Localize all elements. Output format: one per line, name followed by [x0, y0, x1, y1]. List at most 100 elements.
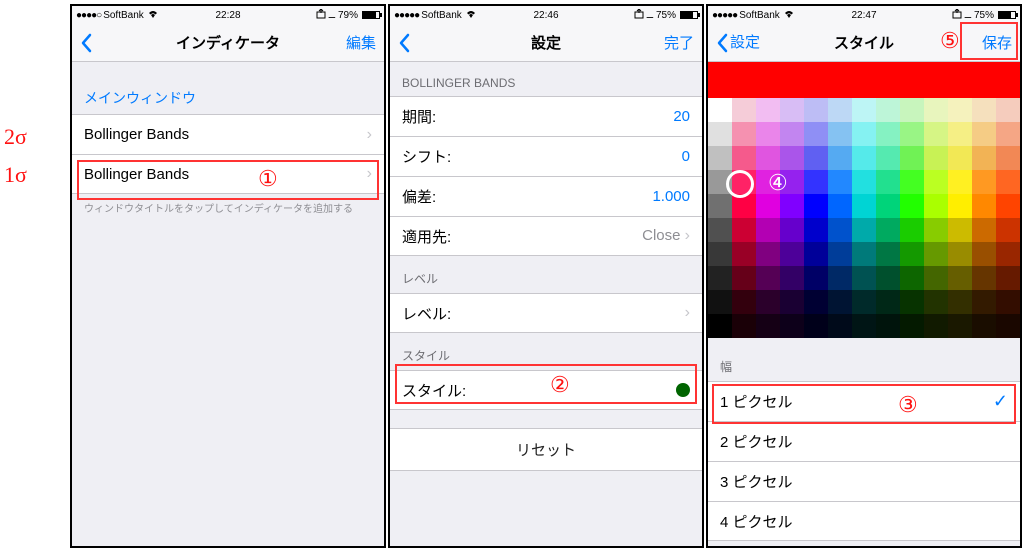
color-swatch[interactable] — [756, 290, 780, 314]
color-swatch[interactable] — [876, 290, 900, 314]
color-swatch[interactable] — [852, 242, 876, 266]
color-swatch[interactable] — [900, 242, 924, 266]
color-swatch[interactable] — [708, 122, 732, 146]
color-swatch[interactable] — [804, 218, 828, 242]
width-row-1[interactable]: 1 ピクセル ✓ — [708, 381, 1020, 421]
color-swatch[interactable] — [948, 170, 972, 194]
level-row[interactable]: レベル: › — [390, 293, 702, 333]
back-button[interactable]: 設定 — [716, 33, 760, 53]
color-swatch[interactable] — [780, 122, 804, 146]
color-swatch[interactable] — [756, 146, 780, 170]
color-swatch[interactable] — [852, 218, 876, 242]
color-swatch[interactable] — [732, 146, 756, 170]
width-row-3[interactable]: 3 ピクセル — [708, 461, 1020, 501]
color-swatch[interactable] — [732, 122, 756, 146]
color-swatch[interactable] — [708, 98, 732, 122]
color-swatch[interactable] — [780, 314, 804, 338]
color-swatch[interactable] — [756, 242, 780, 266]
color-swatch[interactable] — [852, 146, 876, 170]
color-palette[interactable] — [708, 98, 1020, 338]
color-swatch[interactable] — [972, 122, 996, 146]
color-swatch[interactable] — [732, 290, 756, 314]
color-swatch[interactable] — [708, 242, 732, 266]
color-swatch[interactable] — [996, 266, 1020, 290]
back-button[interactable] — [80, 33, 92, 53]
color-swatch[interactable] — [804, 194, 828, 218]
color-swatch[interactable] — [732, 194, 756, 218]
color-swatch[interactable] — [828, 290, 852, 314]
color-swatch[interactable] — [780, 98, 804, 122]
color-swatch[interactable] — [780, 218, 804, 242]
color-swatch[interactable] — [948, 218, 972, 242]
color-swatch[interactable] — [756, 266, 780, 290]
color-swatch[interactable] — [924, 170, 948, 194]
color-swatch[interactable] — [996, 170, 1020, 194]
color-swatch[interactable] — [828, 170, 852, 194]
color-swatch[interactable] — [996, 242, 1020, 266]
apply-to-row[interactable]: 適用先: Close › — [390, 216, 702, 256]
color-swatch[interactable] — [804, 122, 828, 146]
color-swatch[interactable] — [900, 146, 924, 170]
color-swatch[interactable] — [804, 266, 828, 290]
color-swatch[interactable] — [900, 314, 924, 338]
color-swatch[interactable] — [876, 98, 900, 122]
color-swatch[interactable] — [804, 98, 828, 122]
color-swatch[interactable] — [924, 122, 948, 146]
color-swatch[interactable] — [804, 146, 828, 170]
save-button[interactable]: 保存 — [982, 32, 1012, 53]
color-swatch[interactable] — [972, 218, 996, 242]
reset-button[interactable]: リセット — [390, 428, 702, 471]
color-swatch[interactable] — [780, 290, 804, 314]
color-swatch[interactable] — [756, 122, 780, 146]
color-swatch[interactable] — [732, 242, 756, 266]
color-swatch[interactable] — [972, 242, 996, 266]
color-swatch[interactable] — [972, 266, 996, 290]
color-swatch[interactable] — [804, 290, 828, 314]
color-swatch[interactable] — [996, 122, 1020, 146]
color-swatch[interactable] — [996, 218, 1020, 242]
color-swatch[interactable] — [852, 314, 876, 338]
color-swatch[interactable] — [924, 242, 948, 266]
color-swatch[interactable] — [972, 290, 996, 314]
shift-row[interactable]: シフト: 0 — [390, 136, 702, 176]
color-swatch[interactable] — [876, 194, 900, 218]
width-row-4[interactable]: 4 ピクセル — [708, 501, 1020, 541]
width-row-2[interactable]: 2 ピクセル — [708, 421, 1020, 461]
color-swatch[interactable] — [996, 146, 1020, 170]
color-swatch[interactable] — [804, 242, 828, 266]
color-swatch[interactable] — [852, 290, 876, 314]
color-swatch[interactable] — [828, 98, 852, 122]
color-swatch[interactable] — [756, 218, 780, 242]
color-swatch[interactable] — [732, 218, 756, 242]
color-swatch[interactable] — [852, 122, 876, 146]
color-swatch[interactable] — [828, 146, 852, 170]
color-swatch[interactable] — [828, 122, 852, 146]
indicator-row-bb-2[interactable]: Bollinger Bands › — [72, 154, 384, 194]
color-swatch[interactable] — [996, 194, 1020, 218]
color-swatch[interactable] — [828, 314, 852, 338]
color-swatch[interactable] — [780, 242, 804, 266]
color-swatch[interactable] — [708, 218, 732, 242]
color-swatch[interactable] — [708, 290, 732, 314]
color-swatch[interactable] — [732, 314, 756, 338]
color-swatch[interactable] — [924, 266, 948, 290]
color-swatch[interactable] — [900, 266, 924, 290]
color-swatch[interactable] — [756, 98, 780, 122]
color-swatch[interactable] — [828, 194, 852, 218]
color-swatch[interactable] — [948, 242, 972, 266]
color-swatch[interactable] — [804, 170, 828, 194]
color-swatch[interactable] — [924, 98, 948, 122]
color-swatch[interactable] — [876, 122, 900, 146]
color-swatch[interactable] — [852, 170, 876, 194]
period-row[interactable]: 期間: 20 — [390, 96, 702, 136]
color-swatch[interactable] — [900, 170, 924, 194]
deviation-row[interactable]: 偏差: 1.000 — [390, 176, 702, 216]
color-swatch[interactable] — [924, 290, 948, 314]
color-swatch[interactable] — [876, 170, 900, 194]
color-swatch[interactable] — [756, 194, 780, 218]
color-swatch[interactable] — [900, 122, 924, 146]
back-button[interactable] — [398, 33, 410, 53]
color-swatch[interactable] — [876, 218, 900, 242]
color-swatch[interactable] — [876, 146, 900, 170]
color-swatch[interactable] — [948, 194, 972, 218]
